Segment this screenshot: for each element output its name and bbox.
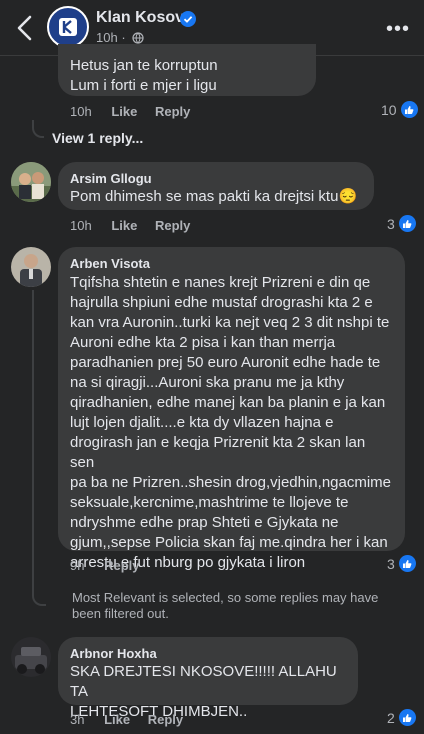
reply-button[interactable]: Reply xyxy=(148,712,183,727)
comment-actions: 10h Like Reply xyxy=(70,104,204,119)
reaction-number: 3 xyxy=(387,555,395,572)
reply-button[interactable]: Reply xyxy=(155,104,190,119)
comment-text-line: seksuale,kercnime,mashtrime te llojeve t… xyxy=(70,494,349,511)
comment-text-line: SKA DREJTESI NKOSOVE!!!!! ALLAHU TA xyxy=(70,663,337,700)
comment-bubble: Arben Visota Tqifsha shtetin e nanes kre… xyxy=(58,247,405,571)
like-button[interactable]: Like xyxy=(104,712,130,727)
view-replies-link[interactable]: View 1 reply... xyxy=(52,130,143,146)
comment-actions: 9h Reply xyxy=(70,558,154,573)
comment-bubble: Arbnor Hoxha SKA DREJTESI NKOSOVE!!!!! A… xyxy=(58,637,358,720)
comment-text-line: gjum,,sepse Policia skan faj me.qindra h… xyxy=(70,534,388,551)
comment-text-line: ndryshme edhe prap Shteti e Gjykata ne xyxy=(70,514,339,531)
meta-dot: · xyxy=(121,30,126,45)
comment-text-line: Hetus jan te korruptun xyxy=(70,57,218,74)
reply-button[interactable]: Reply xyxy=(155,218,190,233)
comment-text-line: paradhanien prej 50 euro Auronit edhe ha… xyxy=(70,354,381,371)
comment-time: 10h xyxy=(70,104,92,119)
avatar[interactable] xyxy=(11,637,51,677)
comment-author[interactable]: Arsim Gllogu xyxy=(70,170,362,187)
comment-actions: 3h Like Reply xyxy=(70,712,197,727)
like-button[interactable]: Like xyxy=(111,218,137,233)
comment-time: 3h xyxy=(70,712,85,727)
more-icon[interactable]: ••• xyxy=(386,18,410,41)
comment-text-line: Tqifsha shtetin e nanes krejt Prizreni e… xyxy=(70,274,371,291)
comment-author[interactable]: Arben Visota xyxy=(70,255,393,272)
comment-text-line: na si qiragji...Auroni ska pranu me ja k… xyxy=(70,374,345,391)
filter-notice: Most Relevant is selected, so some repli… xyxy=(72,590,378,622)
klan-kosova-logo-icon xyxy=(59,18,77,36)
reaction-number: 2 xyxy=(387,709,395,726)
like-button[interactable]: Like xyxy=(111,104,137,119)
reaction-count[interactable]: 10 xyxy=(381,101,418,118)
comment-text-line: Auroni edhe kta 2 pisa i kan than merrja xyxy=(70,334,336,351)
comment-bubble: Arsim Gllogu Pom dhimesh se mas pakti ka… xyxy=(58,162,374,210)
verified-badge-icon xyxy=(180,11,196,27)
comment-text-line: kan vra Auronin..turki ka nejt veq 2 3 d… xyxy=(70,314,390,331)
reaction-count[interactable]: 3 xyxy=(387,555,416,572)
comment-time: 10h xyxy=(70,218,92,233)
thread-line xyxy=(32,120,44,138)
like-reaction-icon xyxy=(398,555,416,572)
globe-icon xyxy=(132,32,144,44)
post-meta: 10h · xyxy=(96,30,144,45)
reply-button[interactable]: Reply xyxy=(104,558,139,573)
back-arrow-icon[interactable] xyxy=(14,14,36,42)
profile-photo-icon xyxy=(11,637,51,677)
like-reaction-icon xyxy=(398,709,416,726)
like-reaction-icon xyxy=(398,215,416,232)
comment-text-line: Lum i forti e mjer i ligu xyxy=(70,77,217,94)
profile-photo-icon xyxy=(11,162,51,202)
reaction-count[interactable]: 2 xyxy=(387,709,416,726)
comment-text-line: qiradhanien, edhe manej kan ba planin e … xyxy=(70,394,386,411)
avatar[interactable] xyxy=(11,162,51,202)
avatar[interactable] xyxy=(11,247,51,287)
page-name[interactable]: Klan Kosova xyxy=(96,9,193,27)
comment-actions: 10h Like Reply xyxy=(70,218,204,233)
page-avatar[interactable] xyxy=(47,6,89,48)
thread-line xyxy=(32,290,46,606)
reaction-number: 3 xyxy=(387,215,395,232)
comment-text-line: hajrulla shpiuni edhe mustaf drograshi k… xyxy=(70,294,373,311)
comment-time: 9h xyxy=(70,558,85,573)
profile-photo-icon xyxy=(11,247,51,287)
comment-text: Pom dhimesh se mas pakti ka drejtsi ktu😔 xyxy=(70,188,358,205)
filter-notice-line: Most Relevant is selected, so some repli… xyxy=(72,590,379,605)
reaction-count[interactable]: 3 xyxy=(387,215,416,232)
comment-text-line: drogirash jan e keqja Prizrenit kta 2 sk… xyxy=(70,434,366,471)
filter-notice-line: been filtered out. xyxy=(72,606,169,621)
reaction-number: 10 xyxy=(381,101,397,118)
comment-author[interactable]: Arbnor Hoxha xyxy=(70,645,346,662)
post-time: 10h xyxy=(96,30,118,45)
comment-text-line: pa ba ne Prizren..shesin drog,vjedhin,ng… xyxy=(70,474,392,491)
comment-text-line: lujt lojen djalit....e kta dy vllazen ha… xyxy=(70,414,334,431)
comment-bubble: Hetus jan te korruptun Lum i forti e mje… xyxy=(58,44,316,96)
like-reaction-icon xyxy=(400,101,418,118)
